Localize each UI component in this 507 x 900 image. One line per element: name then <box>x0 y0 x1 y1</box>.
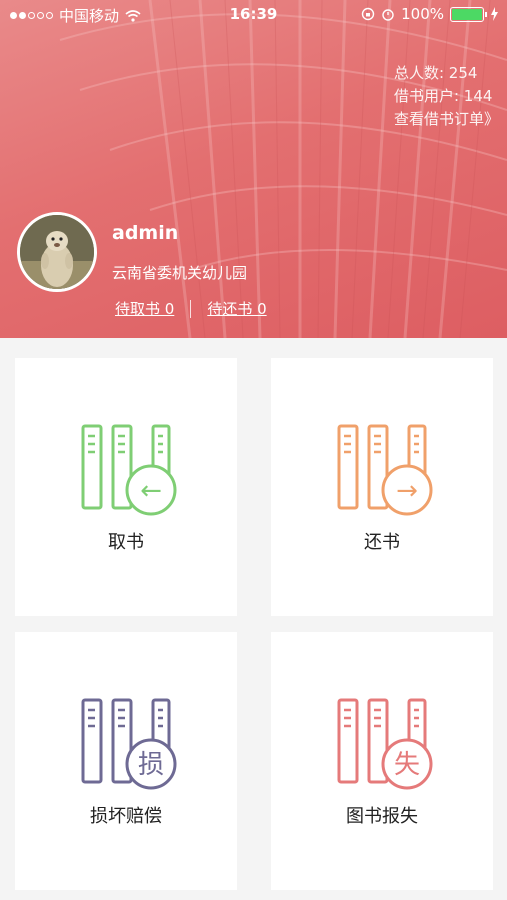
book-status-links: 待取书 0 待还书 0 <box>115 298 267 319</box>
username: admin <box>112 222 179 244</box>
charging-icon <box>491 7 498 21</box>
view-borrow-orders-link[interactable]: 查看借书订单》 <box>394 108 499 131</box>
borrow-statistics: 总人数: 254 借书用户: 144 查看借书订单》 <box>394 62 499 131</box>
book-return-icon: → <box>337 424 433 516</box>
system-indicators: 100% <box>361 5 499 23</box>
svg-text:→: → <box>396 476 418 506</box>
tile-label: 损坏赔偿 <box>90 806 162 827</box>
svg-text:损: 损 <box>138 750 164 780</box>
avatar-image <box>20 215 94 289</box>
profile-header: 中国移动 16:39 100% 总人数: 254 借书用户: 144 查看借书订… <box>0 0 507 338</box>
alarm-icon <box>382 9 394 21</box>
status-bar: 中国移动 16:39 100% <box>0 0 507 30</box>
tile-label: 取书 <box>108 532 144 553</box>
tile-label: 还书 <box>364 532 400 553</box>
avatar[interactable] <box>17 212 97 292</box>
pending-pickup-link[interactable]: 待取书 0 <box>115 298 174 319</box>
total-count: 总人数: 254 <box>393 64 478 82</box>
organization-name: 云南省委机关幼儿园 <box>112 264 248 282</box>
svg-text:失: 失 <box>394 750 420 780</box>
svg-text:←: ← <box>140 476 162 506</box>
return-book-tile[interactable]: → 还书 <box>271 358 493 616</box>
book-lost-icon: 失 <box>337 698 433 790</box>
damage-compensation-tile[interactable]: 损 损坏赔偿 <box>15 632 237 890</box>
book-pickup-icon: ← <box>81 424 177 516</box>
pickup-book-tile[interactable]: ← 取书 <box>15 358 237 616</box>
lost-book-report-tile[interactable]: 失 图书报失 <box>271 632 493 890</box>
damage-compensation-icon: 损 <box>81 698 177 790</box>
battery-percentage: 100% <box>401 5 444 23</box>
battery-icon <box>450 6 487 22</box>
rotation-lock-icon <box>361 7 375 21</box>
pending-return-link[interactable]: 待还书 0 <box>207 298 266 319</box>
user-profile: admin 云南省委机关幼儿园 待取书 0 待还书 0 <box>17 212 497 322</box>
borrower-count: 借书用户: 144 <box>393 87 493 105</box>
tile-label: 图书报失 <box>346 806 418 827</box>
divider <box>190 299 192 318</box>
